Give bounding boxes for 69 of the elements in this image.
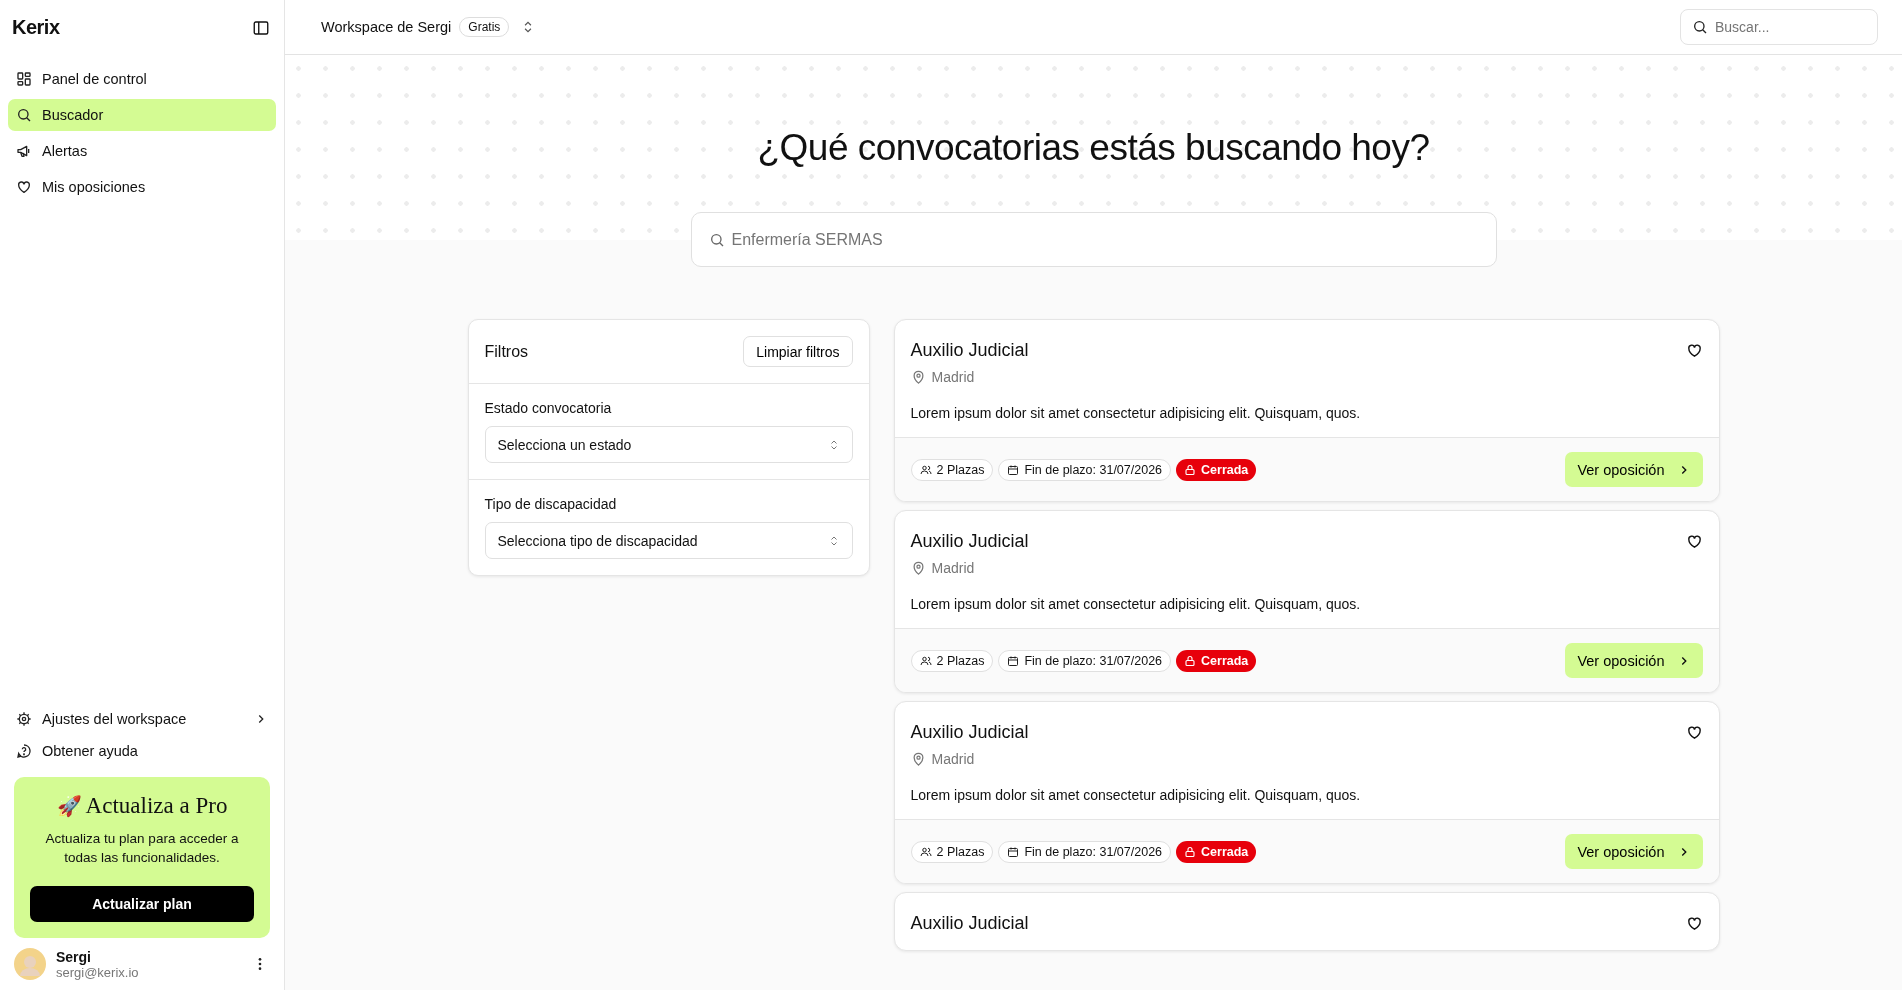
users-icon bbox=[919, 654, 932, 667]
upgrade-text: Actualiza tu plan para acceder a todas las funcionalidades. bbox=[44, 829, 240, 868]
nav-item[interactable]: Alertas bbox=[8, 135, 276, 167]
sidebar-link[interactable]: Ajustes del workspace bbox=[8, 702, 276, 735]
deadline-badge: Fin de plazo: 31/07/2026 bbox=[998, 840, 1172, 863]
nav-item[interactable]: Buscador bbox=[8, 99, 276, 131]
kerix-logo: Kerix bbox=[12, 16, 60, 39]
filter-label: Estado convocatoria bbox=[484, 400, 613, 416]
users-icon bbox=[919, 463, 932, 476]
result-title[interactable]: Auxilio Judicial bbox=[910, 913, 1029, 934]
calendar-icon bbox=[1007, 845, 1020, 858]
location-text: Madrid bbox=[931, 751, 975, 767]
deadline-badge: Fin de plazo: 31/07/2026 bbox=[998, 649, 1172, 672]
seats-badge: 2 Plazas bbox=[910, 649, 994, 672]
select-field[interactable]: Selecciona un estado bbox=[484, 426, 853, 463]
sidebar-toggle-icon[interactable] bbox=[252, 18, 270, 37]
view-button[interactable]: Ver oposición bbox=[1565, 834, 1703, 869]
heart-icon[interactable] bbox=[1685, 533, 1703, 550]
workspace-name[interactable]: Workspace de Sergi bbox=[321, 19, 452, 35]
lock-icon bbox=[1184, 845, 1197, 858]
result-title[interactable]: Auxilio Judicial bbox=[910, 722, 1029, 743]
status-badge: Cerrada bbox=[1176, 649, 1257, 672]
sidebar-link[interactable]: Obtener ayuda bbox=[8, 734, 276, 767]
heart-icon[interactable] bbox=[1685, 724, 1703, 741]
filters-title: Filtros bbox=[484, 342, 529, 361]
help-icon bbox=[16, 742, 32, 759]
search-field[interactable]: Enfermería SERMAS bbox=[690, 212, 1497, 267]
result-description: Lorem ipsum dolor sit amet consectetur adipisicing elit. Quisquam, quos. bbox=[910, 596, 1362, 612]
result-title[interactable]: Auxilio Judicial bbox=[910, 531, 1029, 552]
location-text: Madrid bbox=[931, 560, 975, 576]
upgrade-title: Actualiza a Pro bbox=[85, 792, 228, 819]
seats-badge: 2 Plazas bbox=[910, 458, 994, 481]
status-badge: Cerrada bbox=[1176, 840, 1257, 863]
settings-icon bbox=[16, 710, 32, 727]
lock-icon bbox=[1184, 463, 1197, 476]
users-icon bbox=[919, 845, 932, 858]
map-pin-icon bbox=[910, 560, 926, 576]
page-heading: ¿Qué convocatorias estás buscando hoy? bbox=[757, 126, 1430, 169]
location-text: Madrid bbox=[931, 369, 975, 385]
lock-icon bbox=[1184, 654, 1197, 667]
user-name: Sergi bbox=[56, 948, 92, 965]
rocket-icon: 🚀 bbox=[56, 793, 82, 818]
nav-item[interactable]: Panel de control bbox=[8, 63, 276, 95]
seats-badge: 2 Plazas bbox=[910, 840, 994, 863]
status-badge: Cerrada bbox=[1176, 458, 1257, 481]
filter-label: Tipo de discapacidad bbox=[484, 496, 618, 512]
user-email: sergi@kerix.io bbox=[56, 964, 140, 980]
heart-icon[interactable] bbox=[1685, 915, 1703, 932]
result-title[interactable]: Auxilio Judicial bbox=[910, 340, 1029, 361]
search-field[interactable]: Buscar... bbox=[1680, 9, 1878, 45]
map-pin-icon bbox=[910, 369, 926, 385]
map-pin-icon bbox=[910, 751, 926, 767]
search-icon bbox=[16, 107, 32, 123]
result-description: Lorem ipsum dolor sit amet consectetur adipisicing elit. Quisquam, quos. bbox=[910, 405, 1362, 421]
heart-icon bbox=[16, 179, 32, 195]
upgrade-button[interactable]: Actualizar plan bbox=[30, 886, 254, 922]
clear-filters-button[interactable]: Limpiar filtros bbox=[743, 336, 853, 367]
select-field[interactable]: Selecciona tipo de discapacidad bbox=[484, 522, 853, 559]
heart-icon[interactable] bbox=[1685, 342, 1703, 359]
result-description: Lorem ipsum dolor sit amet consectetur adipisicing elit. Quisquam, quos. bbox=[910, 787, 1362, 803]
megaphone-icon bbox=[16, 143, 32, 159]
deadline-badge: Fin de plazo: 31/07/2026 bbox=[998, 458, 1172, 481]
dashboard-icon bbox=[16, 71, 32, 87]
nav-item[interactable]: Mis oposiciones bbox=[8, 171, 276, 203]
calendar-icon bbox=[1007, 463, 1020, 476]
avatar bbox=[14, 948, 46, 980]
calendar-icon bbox=[1007, 654, 1020, 667]
view-button[interactable]: Ver oposición bbox=[1565, 643, 1703, 678]
view-button[interactable]: Ver oposición bbox=[1565, 452, 1703, 487]
